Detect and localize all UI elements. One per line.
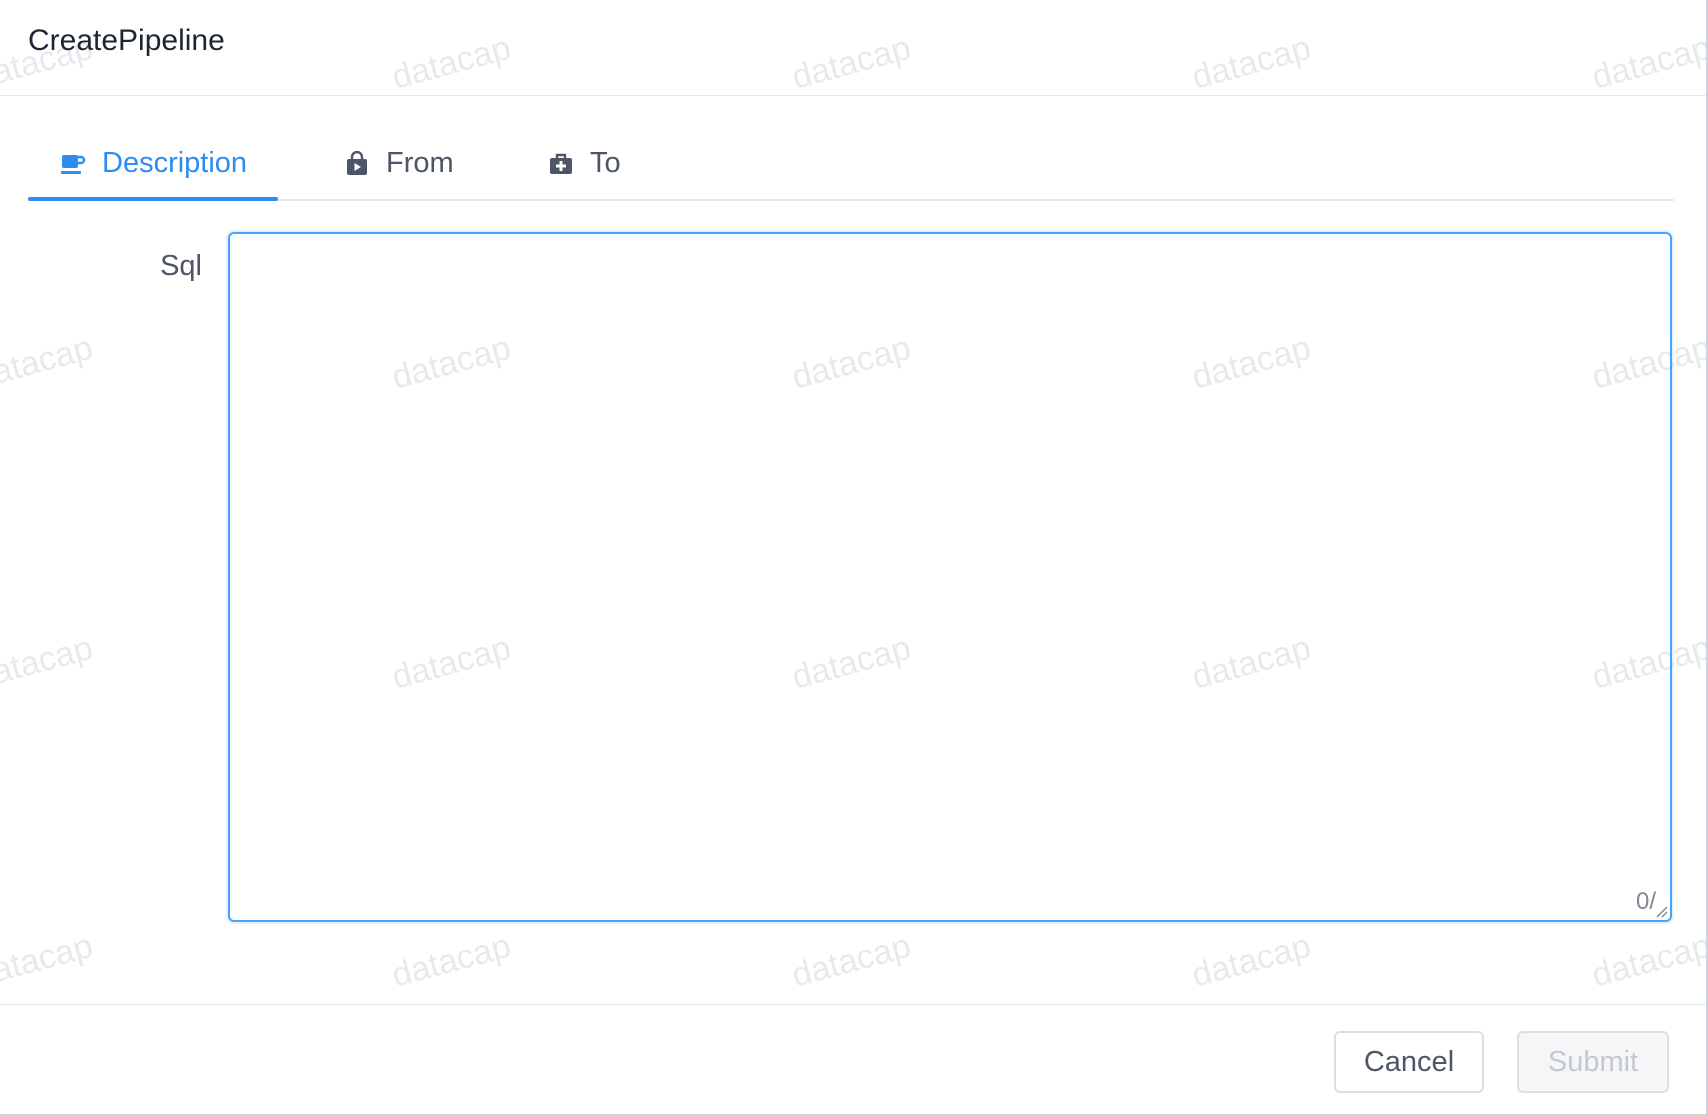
tab-to-label: To (590, 147, 621, 179)
watermark-text: datacap (0, 328, 97, 397)
tab-to[interactable]: To (548, 128, 621, 199)
shopping-bag-icon (347, 150, 367, 175)
active-tab-indicator (28, 197, 278, 201)
submit-button[interactable]: Submit (1517, 1031, 1669, 1093)
sql-field-container: 0/ (228, 232, 1672, 922)
char-count: 0/ (1635, 888, 1656, 915)
watermark-text: datacap (1188, 926, 1315, 995)
resize-handle-icon[interactable] (1654, 904, 1668, 918)
watermark-text: datacap (388, 926, 515, 995)
watermark-text: datacap (788, 926, 915, 995)
sql-field-label: Sql (160, 250, 202, 282)
watermark-text: datacap (0, 628, 97, 697)
coffee-cup-icon (61, 154, 86, 174)
tab-from-label: From (386, 147, 454, 179)
tab-description[interactable]: Description (60, 128, 247, 199)
create-pipeline-modal: datacap datacap datacap datacap datacap … (0, 0, 1708, 1116)
modal-title: CreatePipeline (28, 24, 225, 57)
medkit-icon (550, 153, 572, 174)
watermark-text: datacap (0, 926, 97, 995)
watermark-text: datacap (1588, 926, 1706, 995)
tab-description-label: Description (102, 147, 248, 179)
tab-bar: Description From To (28, 128, 1674, 201)
sql-textarea[interactable] (230, 234, 1670, 920)
tab-from[interactable]: From (344, 128, 454, 199)
modal-header: CreatePipeline (0, 0, 1706, 96)
cancel-button[interactable]: Cancel (1334, 1031, 1484, 1093)
